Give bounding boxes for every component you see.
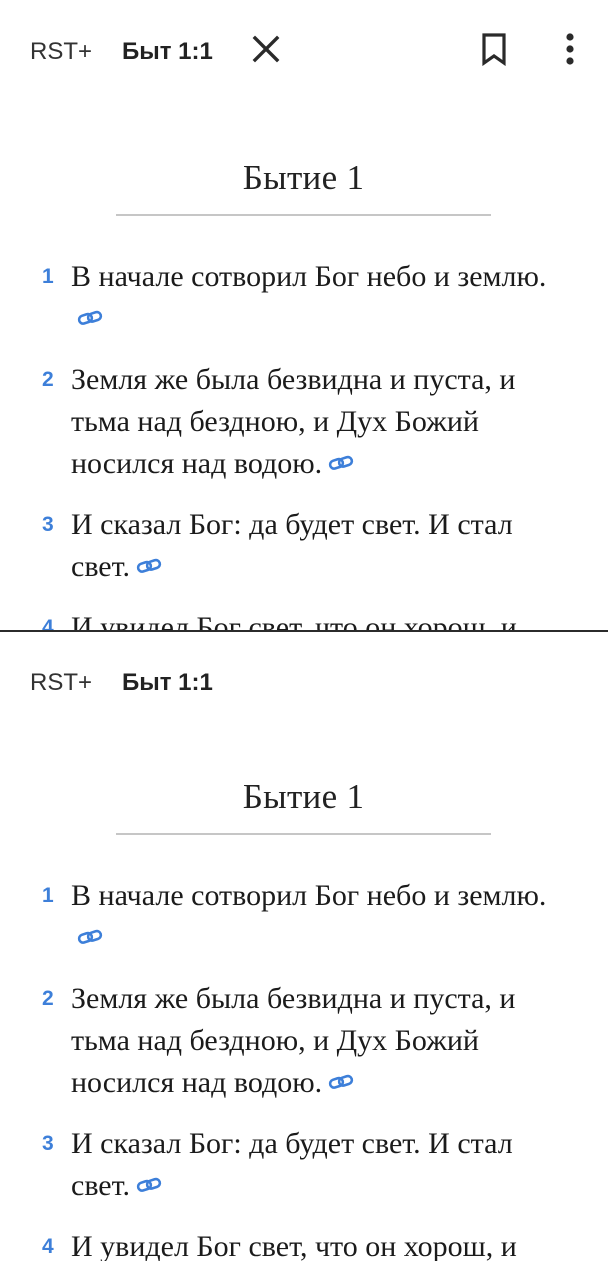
verse-number: 3 xyxy=(42,1132,54,1155)
verse-number: 2 xyxy=(42,368,54,391)
chapter-title: Бытие 1 xyxy=(242,777,365,816)
verse-text: И увидел Бог свет, что он хорош, и xyxy=(71,1230,517,1261)
verse-text: В начале сотворил Бог небо и землю. xyxy=(71,879,547,912)
verse-item[interactable]: 3 И сказал Бог: да будет свет. И стал св… xyxy=(0,504,608,588)
verse-number: 2 xyxy=(42,987,54,1010)
reader-pane-bottom: RST+ Быт 1:1 Бытие 1 1 В начале сотворил… xyxy=(0,632,608,1261)
link-icon[interactable] xyxy=(77,297,103,339)
reader-toolbar: RST+ Быт 1:1 xyxy=(0,632,608,736)
bookmark-button[interactable] xyxy=(472,29,516,73)
verse-text: Земля же была безвидна и пуста, и тьма н… xyxy=(71,982,516,1099)
link-icon[interactable] xyxy=(77,916,103,958)
translation-selector[interactable]: RST+ xyxy=(30,38,92,66)
verse-item[interactable]: 1 В начале сотворил Бог небо и землю. xyxy=(0,875,608,959)
more-options-button[interactable] xyxy=(548,29,592,73)
link-icon[interactable] xyxy=(328,442,354,484)
verse-text: В начале сотворил Бог небо и землю. xyxy=(71,260,547,293)
reference-selector[interactable]: Быт 1:1 xyxy=(122,669,213,697)
bookmark-icon xyxy=(480,32,508,71)
verse-list: 1 В начале сотворил Бог небо и землю. 2 … xyxy=(0,875,608,1261)
verse-item[interactable]: 4 И увидел Бог свет, что он хорош, и xyxy=(0,607,608,631)
verse-number: 4 xyxy=(42,616,54,631)
chapter-title-divider xyxy=(116,214,491,216)
verse-item[interactable]: 2 Земля же была безвидна и пуста, и тьма… xyxy=(0,978,608,1104)
reader-toolbar: RST+ Быт 1:1 xyxy=(0,0,608,104)
verse-item[interactable]: 1 В начале сотворил Бог небо и землю. xyxy=(0,256,608,340)
link-icon[interactable] xyxy=(136,545,162,587)
reference-selector[interactable]: Быт 1:1 xyxy=(122,38,213,66)
verse-text: И увидел Бог свет, что он хорош, и xyxy=(71,611,517,631)
link-icon[interactable] xyxy=(136,1164,162,1206)
verse-item[interactable]: 3 И сказал Бог: да будет свет. И стал св… xyxy=(0,1123,608,1207)
close-pane-button[interactable] xyxy=(244,29,288,73)
verse-item[interactable]: 4 И увидел Бог свет, что он хорош, и xyxy=(0,1226,608,1261)
verse-number: 1 xyxy=(42,884,54,907)
chapter-title: Бытие 1 xyxy=(242,158,365,197)
verse-number: 3 xyxy=(42,513,54,536)
verse-text: Земля же была безвидна и пуста, и тьма н… xyxy=(71,363,516,480)
verse-item[interactable]: 2 Земля же была безвидна и пуста, и тьма… xyxy=(0,359,608,485)
link-icon[interactable] xyxy=(328,1061,354,1103)
reader-pane-top: RST+ Быт 1:1 Бытие 1 1 В начале сотворил… xyxy=(0,0,608,631)
more-vertical-icon xyxy=(565,32,575,70)
verse-list: 1 В начале сотворил Бог небо и землю. 2 … xyxy=(0,256,608,631)
close-icon xyxy=(252,35,280,68)
translation-selector[interactable]: RST+ xyxy=(30,669,92,697)
verse-number: 4 xyxy=(42,1235,54,1258)
chapter-title-divider xyxy=(116,833,491,835)
verse-number: 1 xyxy=(42,265,54,288)
